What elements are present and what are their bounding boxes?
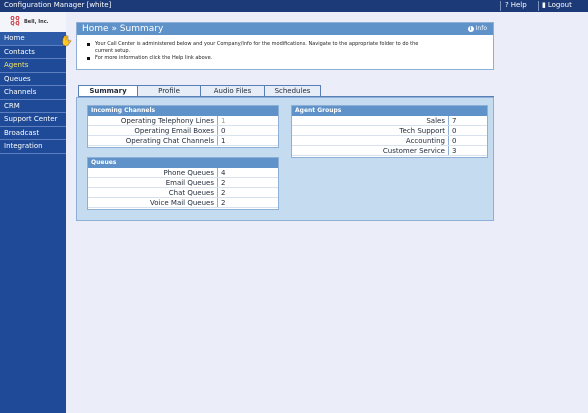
- top-bar: Configuration Manager [white] ? Help ▮ L…: [0, 0, 588, 12]
- summary-panel: Home » Summary i Info Your Call Center i…: [76, 22, 494, 70]
- table-row: Operating Chat Channels 1: [88, 136, 278, 146]
- logo-icon: QQ QQ: [10, 16, 20, 27]
- table-row: Tech Support 0: [292, 126, 487, 136]
- sidebar-item-broadcast[interactable]: Broadcast: [0, 127, 66, 140]
- sidebar-item-integration[interactable]: Integration: [0, 140, 66, 154]
- table-row: Accounting 0: [292, 136, 487, 146]
- table-row: Phone Queues 4: [88, 168, 278, 178]
- incoming-channels-table: Incoming Channels Operating Telephony Li…: [87, 105, 279, 148]
- table-row: Voice Mail Queues 2: [88, 198, 278, 208]
- sidebar-item-support-center[interactable]: Support Center: [0, 113, 66, 127]
- logo: QQ QQ Bell, Inc.: [0, 12, 66, 32]
- info-label: Info: [475, 25, 487, 32]
- help-link-label: Help: [510, 1, 527, 9]
- table-row: Operating Email Boxes 0: [88, 126, 278, 136]
- sidebar-item-agents[interactable]: Agents: [0, 59, 66, 73]
- logout-link-label: Logout: [547, 1, 572, 9]
- sidebar: QQ QQ Bell, Inc. Home Contacts Agents Qu…: [0, 12, 66, 413]
- table-header: Agent Groups: [292, 106, 487, 116]
- table-row: Operating Telephony Lines 1: [88, 116, 278, 126]
- logout-icon: ▮: [542, 1, 546, 9]
- table-row: Sales 7: [292, 116, 487, 126]
- table-header: Queues: [88, 158, 278, 168]
- page-title: Home » Summary: [82, 24, 164, 34]
- table-row: Chat Queues 2: [88, 188, 278, 198]
- help-link[interactable]: ? Help: [505, 1, 527, 9]
- divider: [500, 1, 501, 11]
- summary-content: Incoming Channels Operating Telephony Li…: [76, 97, 494, 221]
- table-row: Customer Service 3: [292, 146, 487, 156]
- sidebar-item-channels[interactable]: Channels: [0, 86, 66, 100]
- logout-link[interactable]: ▮ Logout: [542, 1, 572, 9]
- logo-text: Bell, Inc.: [24, 19, 49, 25]
- app-title: Configuration Manager [white]: [4, 1, 112, 9]
- intro-line: Your Call Center is administered below a…: [87, 41, 493, 55]
- queues-table: Queues Phone Queues 4 Email Queues 2 Chat …: [87, 157, 279, 210]
- table-row: Email Queues 2: [88, 178, 278, 188]
- sidebar-item-contacts[interactable]: Contacts: [0, 46, 66, 59]
- table-header: Incoming Channels: [88, 106, 278, 116]
- intro-text: Your Call Center is administered below a…: [77, 35, 493, 62]
- help-hint-line: For more information click the Help link…: [87, 55, 493, 62]
- help-icon: ?: [505, 1, 509, 9]
- sidebar-item-queues[interactable]: Queues: [0, 73, 66, 86]
- divider: [538, 1, 539, 11]
- sidebar-item-home[interactable]: Home: [0, 32, 66, 46]
- agent-groups-table: Agent Groups Sales 7 Tech Support 0 Accoun…: [291, 105, 488, 158]
- info-icon: i: [467, 26, 474, 32]
- info-link[interactable]: i Info: [467, 23, 487, 35]
- panel-header: Home » Summary i Info: [77, 23, 493, 35]
- mouse-cursor-icon: ✋: [60, 36, 73, 47]
- sidebar-item-crm[interactable]: CRM: [0, 100, 66, 113]
